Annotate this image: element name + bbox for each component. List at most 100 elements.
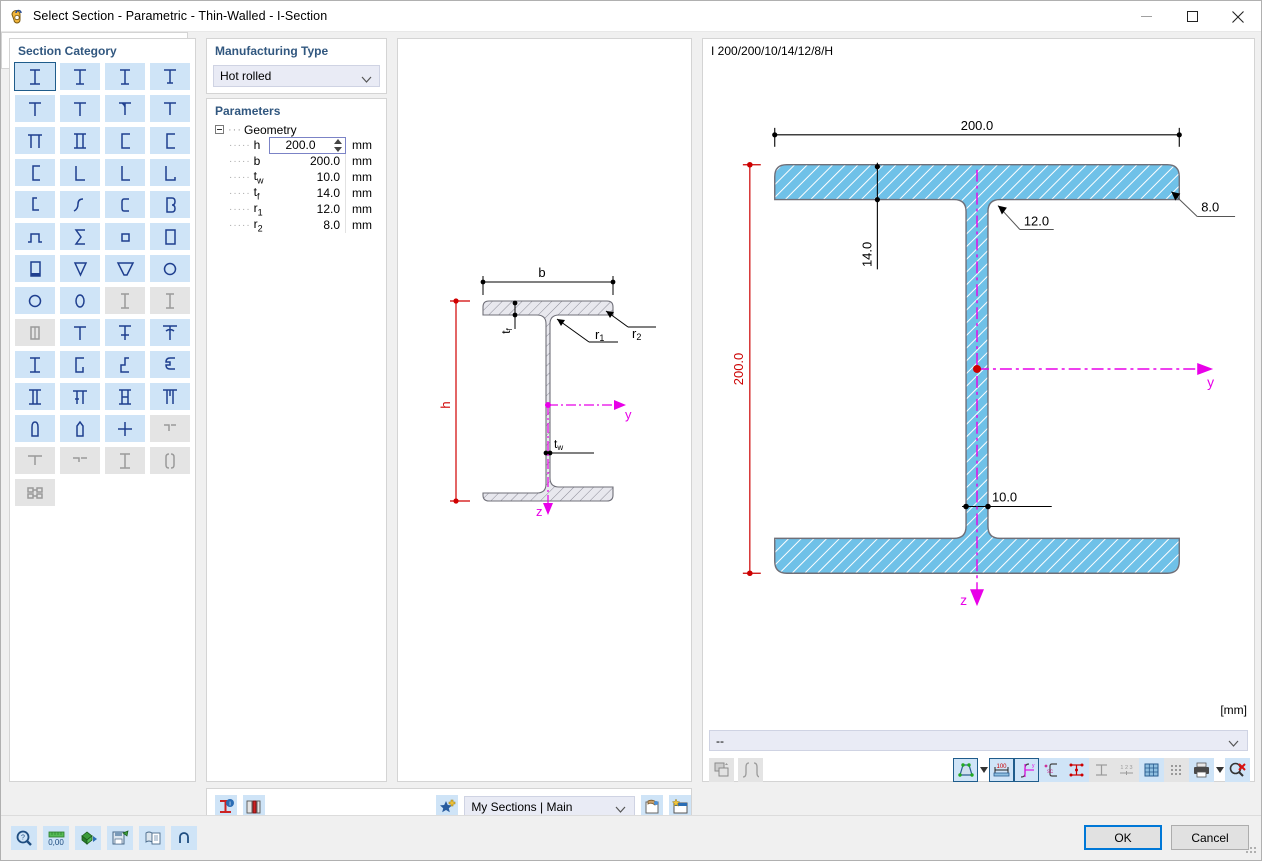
- print-button[interactable]: [1189, 758, 1214, 782]
- magnifier-icon[interactable]: ?: [11, 826, 37, 850]
- manufacturing-type-panel: Manufacturing Type Hot rolled: [206, 38, 387, 94]
- section-category-t-section-3[interactable]: [105, 95, 145, 122]
- section-category-double-i-1[interactable]: [15, 383, 55, 410]
- section-category-pentagon-section[interactable]: [60, 415, 100, 442]
- section-category-double-rect: [15, 319, 55, 346]
- section-outline-export-button[interactable]: [738, 758, 763, 782]
- section-category-double-t-2[interactable]: [150, 383, 190, 410]
- units-ruler-icon[interactable]: 0,00: [43, 826, 69, 850]
- preview-selection-select[interactable]: --: [709, 730, 1248, 751]
- shear-center-button[interactable]: sc: [1039, 758, 1064, 782]
- export-arrow-icon[interactable]: [75, 826, 101, 850]
- section-category-hat-section[interactable]: [15, 223, 55, 250]
- section-category-t-variant-3[interactable]: [150, 319, 190, 346]
- section-category-trapezoid-section[interactable]: [60, 255, 100, 282]
- section-category-square-hollow[interactable]: [105, 223, 145, 250]
- parameter-label: ····· h: [229, 138, 261, 152]
- section-category-angle-section[interactable]: [60, 159, 100, 186]
- parameter-row-r2[interactable]: ····· r2 8.0 mm: [207, 217, 386, 233]
- section-category-channel-section-3[interactable]: [15, 159, 55, 186]
- section-category-i-section[interactable]: [14, 62, 56, 91]
- section-category-circular-hollow[interactable]: [150, 255, 190, 282]
- spinner-icon[interactable]: [334, 138, 342, 152]
- section-category-z-section-2[interactable]: [60, 191, 100, 218]
- parameter-value[interactable]: 14.0: [269, 185, 346, 201]
- svg-text:i: i: [230, 801, 231, 807]
- parameter-row-r1[interactable]: ····· r1 12.0 mm: [207, 201, 386, 217]
- render-mode-dropdown[interactable]: [978, 758, 989, 782]
- save-icon[interactable]: [107, 826, 133, 850]
- parameter-row-b[interactable]: ····· b 200.0 mm: [207, 153, 386, 169]
- section-category-t-section[interactable]: [15, 95, 55, 122]
- parameter-value[interactable]: 12.0: [269, 201, 346, 217]
- section-category-c-variant-2[interactable]: [105, 351, 145, 378]
- parameters-group-geometry[interactable]: ··· Geometry: [207, 122, 386, 137]
- show-stress-points-button[interactable]: [1064, 758, 1089, 782]
- section-category-angle-section-2[interactable]: [105, 159, 145, 186]
- print-dropdown[interactable]: [1214, 758, 1225, 782]
- section-category-sigma-section[interactable]: [60, 223, 100, 250]
- report-icon[interactable]: [139, 826, 165, 850]
- parameter-value[interactable]: 200.0: [269, 153, 346, 169]
- parameter-row-tw[interactable]: ····· tw 10.0 mm: [207, 169, 386, 185]
- resize-grip[interactable]: [1246, 843, 1258, 858]
- library-select[interactable]: My Sections | Main: [464, 796, 636, 817]
- section-category-c-variant-3[interactable]: [150, 351, 190, 378]
- section-category-double-i-section[interactable]: [60, 127, 100, 154]
- minimize-icon[interactable]: [1123, 1, 1169, 32]
- parameter-row-h[interactable]: ····· h 200.0 mm: [207, 136, 386, 154]
- section-category-channel-section[interactable]: [105, 127, 145, 154]
- section-category-z-section[interactable]: [15, 191, 55, 218]
- section-category-double-u-section[interactable]: [15, 127, 55, 154]
- cancel-button[interactable]: Cancel: [1171, 825, 1249, 850]
- show-section-outline-button[interactable]: [1089, 758, 1114, 782]
- section-category-double-t-1[interactable]: [60, 383, 100, 410]
- manufacturing-type-select[interactable]: Hot rolled: [213, 65, 380, 87]
- parameter-value[interactable]: 200.0: [269, 136, 346, 154]
- undo-arrow-icon[interactable]: [171, 826, 197, 850]
- section-category-t-section-4[interactable]: [150, 95, 190, 122]
- section-category-sigma-section-b[interactable]: [150, 191, 190, 218]
- section-category-bullet-section[interactable]: [15, 415, 55, 442]
- section-category-circle-section[interactable]: [15, 287, 55, 314]
- section-category-rect-hollow-filled[interactable]: [15, 255, 55, 282]
- show-dimensions-button[interactable]: 100: [989, 758, 1014, 782]
- snap-button[interactable]: [1164, 758, 1189, 782]
- section-category-oval-section[interactable]: [60, 287, 100, 314]
- section-category-channel-section-2[interactable]: [150, 127, 190, 154]
- show-axes-button[interactable]: y: [1014, 758, 1039, 782]
- section-category-double-i-2[interactable]: [105, 383, 145, 410]
- tree-dots: ·····: [229, 187, 251, 199]
- parameter-label: ····· r2: [229, 216, 263, 234]
- section-category-i-section-tapered[interactable]: [150, 63, 190, 90]
- section-category-trapezoid-section-2[interactable]: [105, 255, 145, 282]
- section-category-t-variant-1[interactable]: [60, 319, 100, 346]
- section-category-angle-section-3[interactable]: [150, 159, 190, 186]
- section-category-i-section-welded[interactable]: [105, 63, 145, 90]
- window-controls: [1123, 1, 1261, 32]
- numbering-button[interactable]: 1 2 3: [1114, 758, 1139, 782]
- schematic-label-r1: r1: [595, 327, 604, 343]
- section-category-i-section-unequal[interactable]: [60, 63, 100, 90]
- collapse-icon[interactable]: [215, 125, 224, 134]
- zoom-reset-button[interactable]: [1225, 758, 1250, 782]
- grid-button[interactable]: [1139, 758, 1164, 782]
- export-graphic-button[interactable]: [709, 758, 734, 782]
- parameter-value[interactable]: 8.0: [269, 217, 346, 233]
- tree-dots: ·····: [229, 171, 251, 183]
- section-category-rect-hollow[interactable]: [150, 223, 190, 250]
- section-category-i-variant-3[interactable]: [15, 351, 55, 378]
- ok-button[interactable]: OK: [1084, 825, 1162, 850]
- section-category-cross-section[interactable]: [105, 415, 145, 442]
- parameter-value[interactable]: 10.0: [269, 169, 346, 185]
- preview-selection-value: --: [716, 733, 724, 748]
- maximize-icon[interactable]: [1169, 1, 1215, 32]
- render-mode-button[interactable]: [953, 758, 978, 782]
- section-category-t-variant-2[interactable]: [105, 319, 145, 346]
- close-icon[interactable]: [1215, 1, 1261, 32]
- section-category-c-variant-1[interactable]: [60, 351, 100, 378]
- parameter-row-tf[interactable]: ····· tf 14.0 mm: [207, 185, 386, 201]
- library-select-value: My Sections | Main: [471, 799, 573, 814]
- section-category-t-section-2[interactable]: [60, 95, 100, 122]
- section-category-c-section[interactable]: [105, 191, 145, 218]
